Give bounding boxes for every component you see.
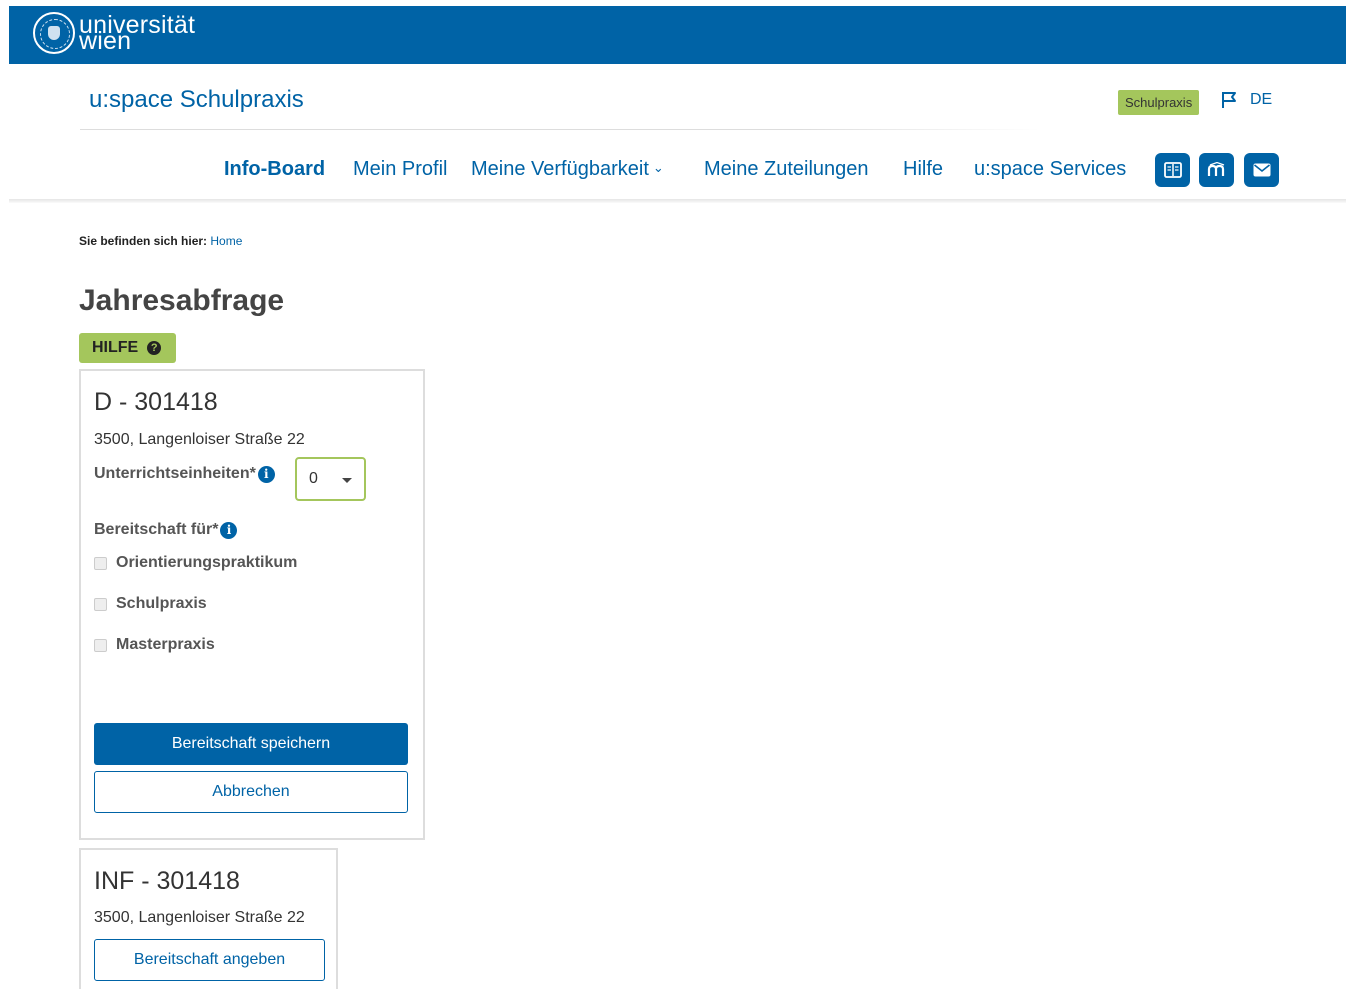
nav-mein-profil[interactable]: Mein Profil xyxy=(353,158,447,184)
units-select-value: 0 xyxy=(309,470,318,487)
page-title: Jahresabfrage xyxy=(79,284,285,317)
header-divider xyxy=(80,129,1040,130)
nav-bottom-shadow xyxy=(9,199,1346,203)
readiness-label: Bereitschaft für* i xyxy=(94,521,238,539)
readiness-label-text: Bereitschaft für* xyxy=(94,521,219,538)
caret-down-icon xyxy=(342,478,352,483)
option-masterpraxis[interactable]: Masterpraxis xyxy=(94,636,215,654)
language-label: DE xyxy=(1250,91,1273,108)
university-seal-icon xyxy=(33,12,75,54)
breadcrumb-home-link[interactable]: Home xyxy=(210,234,242,248)
help-button[interactable]: HILFE ? xyxy=(79,333,176,363)
language-switcher[interactable]: DE xyxy=(1220,91,1272,109)
book-icon[interactable] xyxy=(1155,153,1190,187)
card-title: INF - 301418 xyxy=(94,867,240,895)
units-label-text: Unterrichtseinheiten* xyxy=(94,465,256,482)
nav-meine-zuteilungen[interactable]: Meine Zuteilungen xyxy=(704,158,869,184)
mail-icon[interactable] xyxy=(1244,153,1279,187)
save-readiness-button[interactable]: Bereitschaft speichern xyxy=(94,723,408,765)
top-brand-bar: universität wien xyxy=(9,6,1346,64)
question-circle-icon: ? xyxy=(147,341,162,355)
card-address: 3500, Langenloiser Straße 22 xyxy=(94,909,305,926)
units-select[interactable]: 0 xyxy=(295,457,366,501)
cancel-button[interactable]: Abbrechen xyxy=(94,771,408,813)
card-address: 3500, Langenloiser Straße 22 xyxy=(94,431,305,448)
school-card-d: D - 301418 3500, Langenloiser Straße 22 … xyxy=(79,369,425,840)
nav-info-board[interactable]: Info-Board xyxy=(224,158,325,184)
school-card-inf: INF - 301418 3500, Langenloiser Straße 2… xyxy=(79,848,338,989)
breadcrumb: Sie befinden sich hier: Home xyxy=(79,234,242,248)
info-icon[interactable]: i xyxy=(220,521,238,539)
university-logo[interactable]: universität wien xyxy=(33,12,195,54)
option-label: Masterpraxis xyxy=(116,636,215,653)
option-label: Schulpraxis xyxy=(116,595,207,612)
indicate-readiness-button[interactable]: Bereitschaft angeben xyxy=(94,939,325,981)
option-label: Orientierungspraktikum xyxy=(116,554,298,571)
info-icon[interactable]: i xyxy=(257,465,275,483)
nav-hilfe[interactable]: Hilfe xyxy=(903,158,943,184)
units-label: Unterrichtseinheiten* i xyxy=(94,465,275,483)
nav-uspace-services[interactable]: u:space Services xyxy=(974,158,1126,184)
nav-meine-verfuegbarkeit[interactable]: Meine Verfügbarkeit ⌄ xyxy=(471,158,664,184)
breadcrumb-prefix: Sie befinden sich hier: xyxy=(79,234,208,248)
option-schulpraxis[interactable]: Schulpraxis xyxy=(94,595,207,613)
help-button-label: HILFE xyxy=(92,339,139,356)
chevron-down-icon: ⌄ xyxy=(652,160,664,175)
flag-icon xyxy=(1222,92,1236,108)
checkbox[interactable] xyxy=(94,556,107,570)
option-orientierungspraktikum[interactable]: Orientierungspraktikum xyxy=(94,554,297,572)
checkbox[interactable] xyxy=(94,638,107,652)
moodle-icon[interactable] xyxy=(1199,153,1234,187)
card-title: D - 301418 xyxy=(94,388,218,416)
nav-meine-verfuegbarkeit-label: Meine Verfügbarkeit xyxy=(471,158,649,180)
site-title[interactable]: u:space Schulpraxis xyxy=(89,86,304,114)
schulpraxis-badge: Schulpraxis xyxy=(1118,90,1200,115)
checkbox[interactable] xyxy=(94,597,107,611)
